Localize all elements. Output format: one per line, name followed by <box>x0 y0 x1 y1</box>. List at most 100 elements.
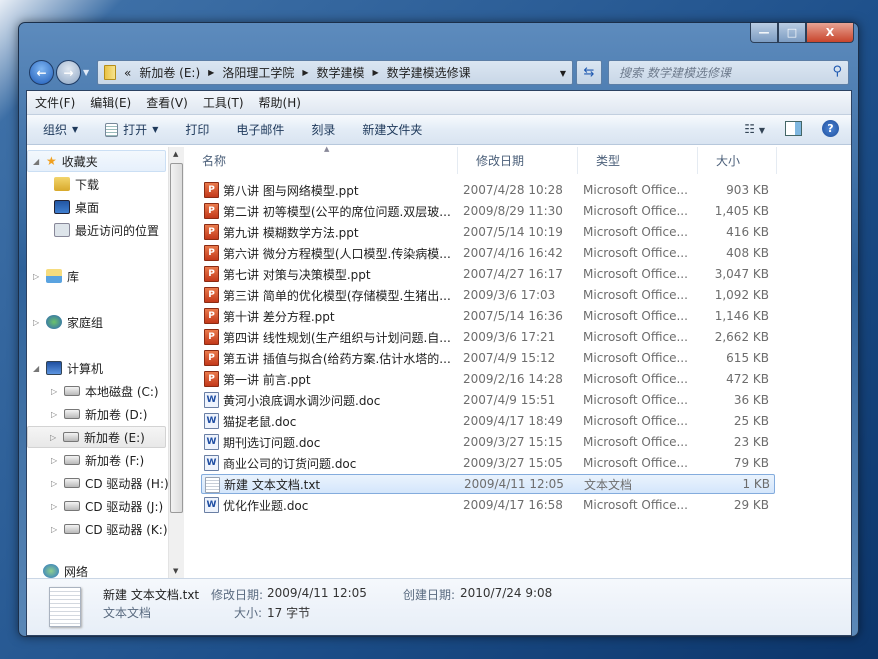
file-row[interactable]: P 第四讲 线性规划(生产组织与计划问题.自... 2009/3/6 17:21 Mi… <box>201 327 775 347</box>
file-row[interactable]: 新建 文本文档.txt 2009/4/11 12:05 文本文档 1 KB <box>201 474 775 494</box>
nav-drive[interactable]: ▷ CD 驱动器 (H:) <box>51 472 168 494</box>
search-input[interactable]: 搜索 数学建模选修课 ⚲ <box>608 60 849 85</box>
file-row[interactable]: P 第三讲 简单的优化模型(存储模型.生猪出... 2009/3/6 17:03 Mi… <box>201 285 775 305</box>
menu-file[interactable]: 文件(F) <box>35 94 75 111</box>
scroll-down-icon[interactable]: ▼ <box>173 567 178 575</box>
breadcrumb-item[interactable]: 数学建模 <box>316 64 364 81</box>
file-row[interactable]: W 优化作业题.doc 2009/4/17 16:58 Microsoft Offic… <box>201 495 775 515</box>
recent-pages-dropdown[interactable]: ▼ <box>83 68 89 77</box>
expand-icon[interactable]: ▷ <box>51 502 59 511</box>
file-size: 79 KB <box>733 456 769 470</box>
column-header-size[interactable]: 大小 <box>698 147 777 174</box>
file-row[interactable]: W 猫捉老鼠.doc 2009/4/17 18:49 Microsoft Office… <box>201 411 775 431</box>
file-name: 第十讲 差分方程.ppt <box>223 309 335 324</box>
nav-scrollbar[interactable]: ▲ ▼ <box>168 147 184 578</box>
file-row[interactable]: P 第九讲 模糊数学方法.ppt 2007/5/14 10:19 Microsoft … <box>201 222 775 242</box>
expand-icon[interactable]: ▷ <box>51 479 59 488</box>
expand-icon[interactable]: ▷ <box>33 272 41 281</box>
expand-icon[interactable]: ▷ <box>51 410 59 419</box>
menu-tools[interactable]: 工具(T) <box>203 94 244 111</box>
file-row[interactable]: W 黄河小浪底调水调沙问题.doc 2007/4/9 15:51 Microsoft … <box>201 390 775 410</box>
file-row[interactable]: P 第八讲 图与网络模型.ppt 2007/4/28 10:28 Microsoft … <box>201 180 775 200</box>
column-header-name[interactable]: 名称 ▲ <box>184 145 458 174</box>
file-row[interactable]: P 第十讲 差分方程.ppt 2007/5/14 16:36 Microsoft Of… <box>201 306 775 326</box>
file-row[interactable]: P 第一讲 前言.ppt 2009/2/16 14:28 Microsoft Offi… <box>201 369 775 389</box>
open-button[interactable]: 打开 ▼ <box>105 121 158 138</box>
file-row[interactable]: W 商业公司的订货问题.doc 2009/3/27 15:05 Microsoft O… <box>201 453 775 473</box>
maximize-button[interactable]: □ <box>778 23 806 43</box>
details-filetype: 文本文档 <box>103 606 152 620</box>
nav-libraries[interactable]: ▷ 库 <box>33 265 79 287</box>
email-button[interactable]: 电子邮件 <box>236 121 284 138</box>
ppt-file-icon: P <box>204 350 219 366</box>
minimize-button[interactable]: — <box>750 23 778 43</box>
help-icon[interactable]: ? <box>822 120 839 137</box>
file-name: 第七讲 对策与决策模型.ppt <box>223 267 371 282</box>
file-row[interactable]: P 第五讲 插值与拟合(给药方案.估计水塔的... 2007/4/9 15:12 Mi… <box>201 348 775 368</box>
address-dropdown-icon[interactable]: ▼ <box>560 69 566 78</box>
nav-label: 本地磁盘 (C:) <box>85 384 159 399</box>
organize-button[interactable]: 组织 ▼ <box>43 121 78 138</box>
refresh-button[interactable]: ⇆ <box>576 60 602 85</box>
caption-buttons: — □ X <box>750 23 854 43</box>
navigation-pane: ◢ ★ 收藏夹 下载 桌面 最近访问的位置 ▷ 库 ▷ 家庭组 ◢ 计算机 ▷ 本地磁盘 (… <box>27 147 168 578</box>
preview-pane-icon[interactable] <box>785 121 802 136</box>
breadcrumb-item[interactable]: 新加卷 (E:) <box>139 64 200 81</box>
hard-drive-icon <box>64 455 80 465</box>
expand-icon[interactable]: ▷ <box>51 387 59 396</box>
menu-view[interactable]: 查看(V) <box>146 94 188 111</box>
nav-drive[interactable]: ▷ 本地磁盘 (C:) <box>51 380 159 402</box>
nav-favorites[interactable]: ◢ ★ 收藏夹 <box>27 150 166 172</box>
nav-homegroup[interactable]: ▷ 家庭组 <box>33 311 103 333</box>
expand-icon[interactable]: ▷ <box>33 318 41 327</box>
search-placeholder: 搜索 数学建模选修课 <box>619 66 731 80</box>
nav-drive[interactable]: ▷ CD 驱动器 (K:) <box>51 518 168 540</box>
nav-network[interactable]: 网络 <box>43 560 88 578</box>
burn-button[interactable]: 刻录 <box>311 121 335 138</box>
close-button[interactable]: X <box>806 23 854 43</box>
nav-desktop[interactable]: 桌面 <box>54 196 99 218</box>
print-button[interactable]: 打印 <box>185 121 209 138</box>
file-size: 36 KB <box>733 393 769 407</box>
file-type: Microsoft Office... <box>583 456 688 470</box>
collapse-icon[interactable]: ◢ <box>33 157 41 166</box>
menu-edit[interactable]: 编辑(E) <box>90 94 131 111</box>
column-header-type[interactable]: 类型 <box>578 147 698 174</box>
nav-drive[interactable]: ▷ 新加卷 (E:) <box>27 426 166 448</box>
file-row[interactable]: W 期刊选订问题.doc 2009/3/27 15:15 Microsoft Offi… <box>201 432 775 452</box>
nav-downloads[interactable]: 下载 <box>54 173 99 195</box>
scroll-up-icon[interactable]: ▲ <box>173 150 178 158</box>
menu-help[interactable]: 帮助(H) <box>259 94 301 111</box>
breadcrumb-item[interactable]: 数学建模选修课 <box>387 64 471 81</box>
view-options-icon[interactable]: ☷ ▼ <box>744 122 765 136</box>
breadcrumb-overflow[interactable]: « <box>124 66 131 80</box>
chevron-right-icon[interactable]: ▶ <box>208 68 214 77</box>
chevron-right-icon[interactable]: ▶ <box>302 68 308 77</box>
collapse-icon[interactable]: ◢ <box>33 364 41 373</box>
nav-drive[interactable]: ▷ 新加卷 (F:) <box>51 449 144 471</box>
file-row[interactable]: P 第七讲 对策与决策模型.ppt 2007/4/27 16:17 Microsoft… <box>201 264 775 284</box>
chevron-right-icon[interactable]: ▶ <box>373 68 379 77</box>
forward-button[interactable]: → <box>56 60 81 85</box>
search-icon[interactable]: ⚲ <box>832 64 842 79</box>
expand-icon[interactable]: ▷ <box>51 456 59 465</box>
scroll-thumb[interactable] <box>170 163 183 513</box>
expand-icon[interactable]: ▷ <box>50 433 58 442</box>
new-folder-button[interactable]: 新建文件夹 <box>362 121 422 138</box>
file-row[interactable]: P 第二讲 初等模型(公平的席位问题.双层玻... 2009/8/29 11:30 M… <box>201 201 775 221</box>
file-row[interactable]: P 第六讲 微分方程模型(人口模型.传染病模... 2007/4/16 16:42 M… <box>201 243 775 263</box>
column-header-date[interactable]: 修改日期 <box>458 147 578 174</box>
nav-computer[interactable]: ◢ 计算机 <box>33 357 103 379</box>
nav-recent-places[interactable]: 最近访问的位置 <box>54 219 159 241</box>
nav-label: 新加卷 (E:) <box>84 430 145 445</box>
back-button[interactable]: ← <box>29 60 54 85</box>
file-size: 472 KB <box>726 372 769 386</box>
column-label: 名称 <box>202 154 227 168</box>
breadcrumb-item[interactable]: 洛阳理工学院 <box>222 64 294 81</box>
nav-drive[interactable]: ▷ 新加卷 (D:) <box>51 403 147 425</box>
address-bar[interactable]: « 新加卷 (E:) ▶ 洛阳理工学院 ▶ 数学建模 ▶ 数学建模选修课 ▼ <box>97 60 573 85</box>
details-modified[interactable]: 2009/4/11 12:05 <box>267 586 367 600</box>
details-pane: 新建 文本文档.txt 文本文档 修改日期: 2009/4/11 12:05 创… <box>27 578 851 635</box>
nav-drive[interactable]: ▷ CD 驱动器 (J:) <box>51 495 163 517</box>
expand-icon[interactable]: ▷ <box>51 525 59 534</box>
